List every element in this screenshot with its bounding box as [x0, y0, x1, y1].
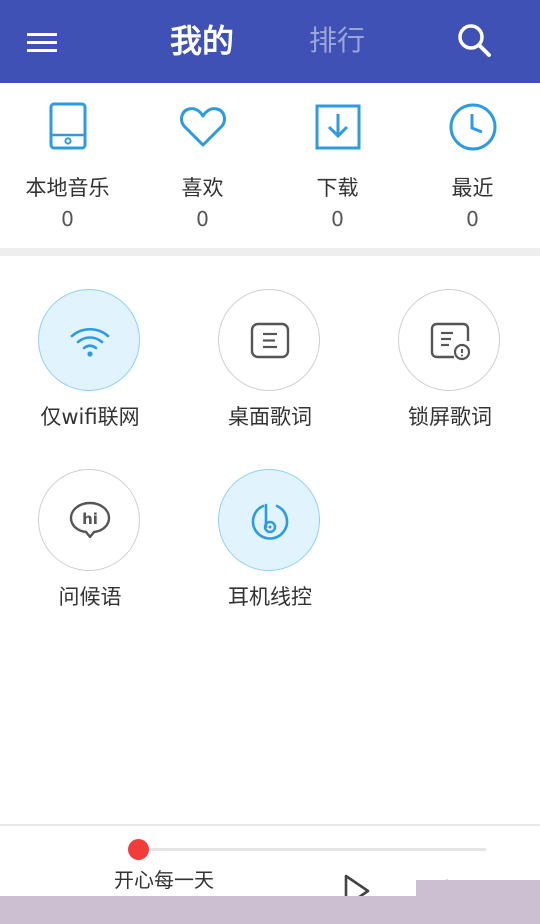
- lyrics-icon: [250, 322, 290, 359]
- quick-item-downloads[interactable]: 下载 0: [270, 83, 405, 248]
- quick-item-count: 0: [331, 207, 344, 231]
- svg-text:hi: hi: [82, 510, 98, 528]
- setting-wifi-only[interactable]: 仅wifi联网: [0, 289, 180, 459]
- toggle-circle[interactable]: [218, 469, 320, 571]
- headset-control-icon: [251, 503, 289, 540]
- setting-label: 耳机线控: [228, 585, 312, 609]
- toggle-circle[interactable]: [38, 289, 140, 391]
- download-icon: [310, 101, 366, 157]
- lockscreen-lyrics-icon: [430, 322, 471, 361]
- setting-headset-control[interactable]: 耳机线控: [180, 469, 360, 639]
- progress-track[interactable]: [138, 848, 486, 851]
- quick-item-count: 0: [466, 207, 479, 231]
- quick-item-favorites[interactable]: 喜欢 0: [135, 83, 270, 248]
- quick-item-label: 喜欢: [181, 176, 224, 200]
- setting-desktop-lyrics[interactable]: 桌面歌词: [180, 289, 360, 459]
- setting-label: 锁屏歌词: [408, 405, 492, 429]
- menu-icon[interactable]: [24, 24, 60, 60]
- clock-icon: [445, 101, 501, 157]
- heart-icon: [175, 101, 231, 157]
- toggle-circle[interactable]: [218, 289, 320, 391]
- progress-knob[interactable]: [128, 839, 149, 860]
- song-title[interactable]: 开心每一天: [90, 866, 238, 894]
- top-app-bar: 我的 排行: [0, 0, 540, 83]
- wifi-icon: [70, 327, 110, 357]
- quick-item-label: 本地音乐: [25, 176, 110, 200]
- setting-greeting[interactable]: hi 问候语: [0, 469, 180, 639]
- tab-mine[interactable]: 我的: [160, 18, 244, 64]
- quick-item-count: 0: [196, 207, 209, 231]
- setting-label: 问候语: [58, 585, 122, 609]
- search-icon[interactable]: [454, 20, 494, 60]
- section-divider: [0, 248, 540, 256]
- quick-item-label: 最近: [451, 176, 494, 200]
- quick-entry-row: 本地音乐 0 喜欢 0 下载 0 最近 0: [0, 83, 540, 248]
- system-overlay-strip: [0, 896, 540, 924]
- quick-item-label: 下载: [316, 176, 359, 200]
- tab-rank[interactable]: 排行: [300, 18, 374, 64]
- quick-item-recent[interactable]: 最近 0: [405, 83, 540, 248]
- quick-item-count: 0: [61, 207, 74, 231]
- tablet-icon: [40, 101, 96, 157]
- quick-item-local-music[interactable]: 本地音乐 0: [0, 83, 135, 248]
- system-overlay-strip: [416, 880, 540, 896]
- setting-lockscreen-lyrics[interactable]: 锁屏歌词: [360, 289, 540, 459]
- toggle-circle[interactable]: hi: [38, 469, 140, 571]
- hi-chat-icon: hi: [69, 501, 111, 539]
- setting-label: 仅wifi联网: [40, 405, 140, 429]
- toggle-circle[interactable]: [398, 289, 500, 391]
- setting-label: 桌面歌词: [228, 405, 312, 429]
